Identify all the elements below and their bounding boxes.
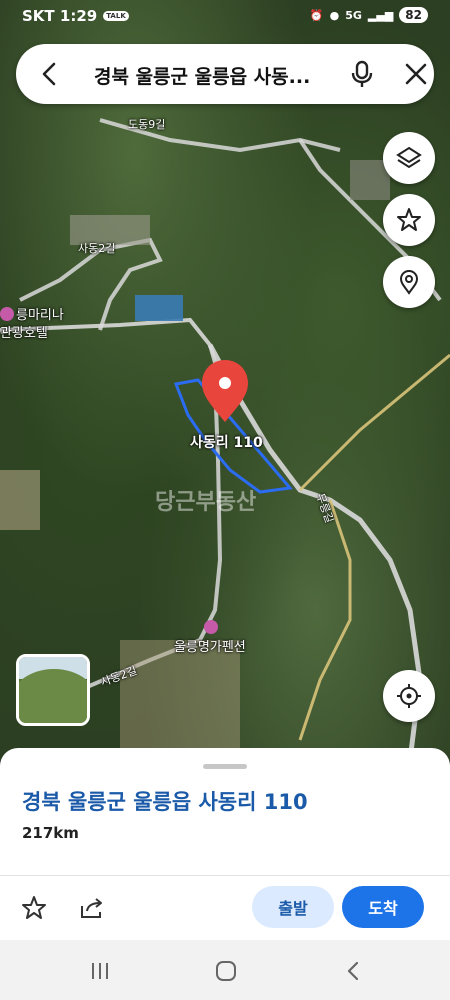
star-icon (397, 208, 421, 231)
home-icon[interactable] (214, 959, 238, 983)
battery-level: 82 (399, 7, 428, 23)
lodging-icon (204, 620, 218, 634)
poi-label-pension[interactable]: 울릉명가펜션 (174, 620, 246, 655)
layers-icon (396, 146, 422, 169)
microphone-icon[interactable] (346, 58, 378, 90)
network-type: 5G (345, 8, 362, 22)
place-title: 경북 울릉군 울릉읍 사동리 110 (22, 790, 308, 814)
location-status-icon: ● (329, 8, 340, 22)
status-bar: SKT 1:29 TALK ⏰ ● 5G ▂▄▆ 82 (0, 0, 450, 34)
back-arrow-icon[interactable] (36, 60, 64, 88)
my-location-icon (397, 684, 421, 708)
favorite-map-button[interactable] (383, 194, 435, 246)
sheet-drag-handle[interactable] (203, 764, 247, 769)
action-bar: 출발 도착 (0, 876, 450, 940)
star-icon[interactable] (20, 894, 48, 922)
road-label: 사동2길 (78, 242, 116, 255)
signal-icon: ▂▄▆ (367, 8, 394, 22)
system-nav-bar (0, 940, 450, 1000)
place-marker-button[interactable] (383, 256, 435, 308)
poi-label-hotel[interactable]: 릉마리나 (0, 304, 64, 323)
search-query[interactable]: 경북 울릉군 울릉읍 사동... (94, 62, 332, 89)
arrive-button[interactable]: 도착 (342, 886, 424, 928)
location-pin-marker (202, 360, 248, 422)
talk-badge: TALK (103, 11, 129, 21)
watermark-text: 당근부동산 (155, 490, 257, 515)
search-bar[interactable]: 경북 울릉군 울릉읍 사동... (16, 44, 434, 104)
poi-label-hotel-2[interactable]: 관광호텔 (0, 322, 48, 341)
layers-button[interactable] (383, 132, 435, 184)
close-icon[interactable] (402, 60, 430, 88)
alarm-icon: ⏰ (309, 8, 324, 22)
road-label: 도동9길 (128, 118, 166, 131)
my-location-button[interactable] (383, 670, 435, 722)
hotel-icon (0, 307, 14, 321)
nav-back-icon[interactable] (342, 959, 364, 983)
place-distance: 217km (22, 824, 79, 842)
depart-button[interactable]: 출발 (252, 886, 334, 928)
street-view-thumbnail[interactable] (16, 654, 90, 726)
location-pin-icon (399, 269, 419, 295)
carrier-time: SKT 1:29 (22, 7, 98, 25)
map-view[interactable]: 도동9길 사동2길 무릉길 사동2길 릉마리나 관광호텔 울릉명가펜션 사동리 … (0, 0, 450, 760)
recent-apps-icon[interactable] (88, 960, 112, 982)
share-icon[interactable] (78, 894, 106, 922)
pin-label: 사동리 110 (190, 435, 263, 451)
